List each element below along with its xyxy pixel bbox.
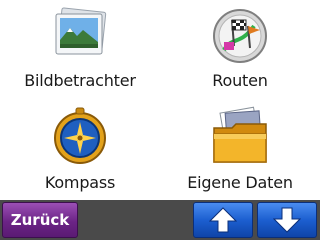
compass-icon [50, 106, 110, 166]
menu-item-bildbetrachter[interactable]: Bildbetrachter [0, 0, 160, 100]
arrow-down-icon [273, 207, 301, 233]
menu-item-label: Eigene Daten [187, 173, 293, 192]
photo-viewer-icon [50, 6, 110, 66]
menu-item-kompass[interactable]: Kompass [0, 100, 160, 200]
scroll-up-button[interactable] [193, 202, 253, 238]
arrow-up-icon [209, 207, 237, 233]
menu-item-label: Kompass [44, 173, 116, 192]
app-menu-grid: Bildbetrachter Routen Kompass Eigene Dat… [0, 0, 320, 200]
menu-item-label: Routen [212, 71, 268, 90]
routes-icon [210, 6, 270, 66]
scroll-down-button[interactable] [257, 202, 317, 238]
menu-item-routen[interactable]: Routen [160, 0, 320, 100]
back-button-label: Zurück [10, 211, 70, 229]
my-data-folder-icon [210, 106, 270, 166]
back-button[interactable]: Zurück [2, 202, 78, 238]
menu-item-eigene-daten[interactable]: Eigene Daten [160, 100, 320, 200]
menu-item-label: Bildbetrachter [24, 71, 136, 90]
